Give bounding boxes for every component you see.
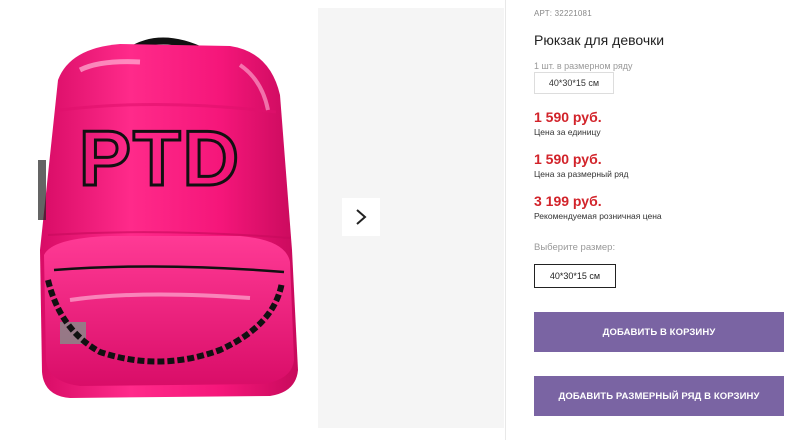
- article-number: АРТ: 32221081: [534, 9, 592, 18]
- size-selector-label: Выберите размер:: [534, 242, 616, 253]
- product-image[interactable]: PTD: [0, 0, 318, 440]
- price-size-row: 1 590 руб.: [534, 151, 602, 167]
- price-unit-note: Цена за единицу: [534, 127, 601, 137]
- pack-note: 1 шт. в размерном ряду: [534, 61, 633, 71]
- price-retail-note: Рекомендуемая розничная цена: [534, 211, 662, 221]
- price-size-row-note: Цена за размерный ряд: [534, 169, 629, 179]
- chevron-right-icon: [356, 209, 367, 225]
- product-title: Рюкзак для девочки: [534, 32, 665, 48]
- size-option[interactable]: 40*30*15 см: [534, 264, 616, 288]
- column-divider: [505, 0, 506, 440]
- price-unit: 1 590 руб.: [534, 109, 602, 125]
- backpack-illustration: PTD: [38, 37, 298, 398]
- brand-logo: PTD: [79, 114, 241, 202]
- add-size-row-button[interactable]: ДОБАВИТЬ РАЗМЕРНЫЙ РЯД В КОРЗИНУ: [534, 376, 784, 416]
- price-retail: 3 199 руб.: [534, 193, 602, 209]
- gallery-next-button[interactable]: [342, 198, 380, 236]
- add-to-cart-button[interactable]: ДОБАВИТЬ В КОРЗИНУ: [534, 312, 784, 352]
- pack-size-chip: 40*30*15 см: [534, 72, 614, 94]
